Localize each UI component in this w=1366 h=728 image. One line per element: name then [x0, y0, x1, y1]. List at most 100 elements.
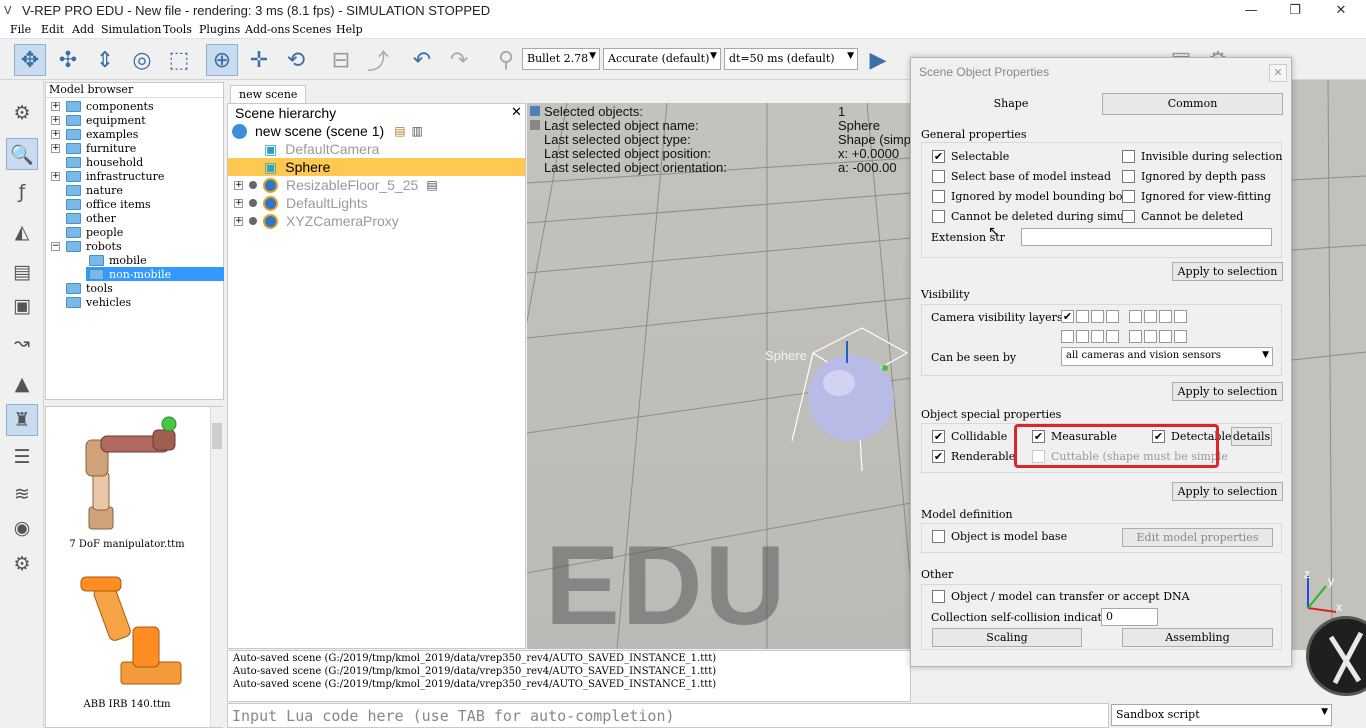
menu-plugins[interactable]: Plugins — [199, 23, 240, 36]
cannot-delete-sim-checkbox[interactable]: Cannot be deleted during simul. — [932, 210, 1131, 223]
bars-icon[interactable]: ▥ — [412, 124, 423, 138]
play-icon[interactable]: ▶ — [862, 44, 894, 76]
tree-item-tools[interactable]: tools — [66, 281, 113, 295]
assembling-button[interactable]: Assembling — [1122, 628, 1273, 647]
tab-new-scene[interactable]: new scene — [230, 85, 307, 103]
lua-command-input[interactable]: Input Lua code here (use TAB for auto-co… — [227, 703, 1109, 728]
object-shift-icon[interactable]: ✛ — [243, 44, 275, 76]
camera-pan-icon[interactable]: ✥ — [14, 44, 46, 76]
menu-addons[interactable]: Add-ons — [245, 23, 290, 36]
ignored-bbox-checkbox[interactable]: Ignored by model bounding box — [932, 190, 1129, 203]
function-icon[interactable]: ƒ — [6, 176, 38, 208]
layer-checkbox[interactable] — [1091, 330, 1104, 343]
layer-checkbox[interactable] — [1144, 330, 1157, 343]
tree-item-mobile[interactable]: mobile — [89, 253, 147, 267]
document-icon[interactable]: ▤ — [6, 256, 38, 288]
layer-checkbox[interactable] — [1129, 310, 1142, 323]
hierarchy-item-sphere[interactable]: ▣ Sphere — [264, 158, 330, 176]
expand-icon[interactable]: + — [51, 115, 60, 125]
tree-item-non-mobile[interactable]: non-mobile — [86, 267, 224, 281]
edit-model-properties-button[interactable]: Edit model properties — [1122, 528, 1273, 547]
camera-angle-icon[interactable]: ◎ — [126, 44, 158, 76]
layers-icon[interactable]: ≋ — [6, 478, 38, 510]
expand-icon[interactable]: + — [51, 143, 60, 153]
tree-item-people[interactable]: people — [66, 225, 123, 239]
checkbox-box[interactable] — [1122, 170, 1135, 183]
tree-item-furniture[interactable]: + furniture — [51, 141, 136, 155]
expand-icon[interactable]: + — [51, 171, 60, 181]
tree-item-other[interactable]: other — [66, 211, 116, 225]
hierarchy-item-defaultlights[interactable]: + DefaultLights — [234, 194, 368, 212]
checkbox-box[interactable] — [1122, 190, 1135, 203]
tree-item-household[interactable]: household — [66, 155, 143, 169]
film-icon[interactable]: ◉ — [6, 512, 38, 544]
apply-visibility-button[interactable]: Apply to selection — [1172, 382, 1283, 401]
collapse-icon[interactable]: − — [51, 241, 60, 251]
selectable-checkbox[interactable]: ✔ Selectable — [932, 150, 1009, 163]
expand-icon[interactable]: + — [51, 101, 60, 111]
click-selection-icon[interactable]: ⊕ — [206, 44, 238, 76]
accuracy-select[interactable]: Accurate (default) ▼ — [603, 48, 721, 70]
apply-special-button[interactable]: Apply to selection — [1172, 482, 1283, 501]
layer-checkbox[interactable] — [1144, 310, 1157, 323]
thumbnail-scrollbar[interactable] — [210, 407, 223, 727]
undo-icon[interactable]: ↶ — [406, 44, 438, 76]
scaling-button[interactable]: Scaling — [932, 628, 1082, 647]
settings-icon[interactable]: ⚙ — [6, 97, 38, 129]
dna-checkbox[interactable]: Object / model can transfer or accept DN… — [932, 590, 1190, 603]
expand-icon[interactable]: + — [234, 198, 243, 208]
assemble-icon[interactable]: ⊟ — [325, 44, 357, 76]
info-toggle-icon[interactable] — [530, 120, 540, 130]
physics-engine-select[interactable]: Bullet 2.78 ▼ — [522, 48, 600, 70]
tree-item-examples[interactable]: + examples — [51, 127, 138, 141]
renderable-checkbox[interactable]: ✔ Renderable — [932, 450, 1015, 463]
dynamics-toggle-icon[interactable]: ⚲ — [490, 44, 522, 76]
model-browser-icon[interactable]: ♜ — [6, 404, 38, 436]
invisible-selection-checkbox[interactable]: Invisible during selection — [1122, 150, 1282, 163]
expand-icon[interactable]: + — [234, 216, 243, 226]
expand-icon[interactable]: + — [51, 129, 60, 139]
info-toggle-icon[interactable] — [530, 106, 540, 116]
cannot-delete-checkbox[interactable]: Cannot be deleted — [1122, 210, 1243, 223]
object-rotate-icon[interactable]: ⟲ — [280, 44, 312, 76]
tree-item-equipment[interactable]: + equipment — [51, 113, 146, 127]
hierarchy-item-xyzcameraproxy[interactable]: + XYZCameraProxy — [234, 212, 399, 230]
layer-checkbox[interactable] — [1106, 310, 1119, 323]
checkbox-box[interactable] — [932, 530, 945, 543]
menu-tools[interactable]: Tools — [163, 23, 192, 36]
scene-root[interactable]: new scene (scene 1) ▤ ▥ — [232, 122, 423, 140]
tab-shape[interactable]: Shape — [921, 93, 1101, 115]
path-icon[interactable]: ↝ — [6, 327, 38, 359]
layer-checkbox[interactable] — [1159, 330, 1172, 343]
camera-rotate-icon[interactable]: ✣ — [52, 44, 84, 76]
checkbox-box[interactable] — [932, 210, 945, 223]
hierarchy-item-resizablefloor[interactable]: + ResizableFloor_5_25 ▤ — [234, 176, 438, 194]
cube-icon[interactable]: ▣ — [6, 290, 38, 322]
checkbox-box[interactable] — [932, 170, 945, 183]
timestep-select[interactable]: dt=50 ms (default) ▼ — [724, 48, 858, 70]
checkbox-box[interactable] — [1122, 150, 1135, 163]
collidable-checkbox[interactable]: ✔ Collidable — [932, 430, 1007, 443]
layer-checkbox[interactable] — [1174, 330, 1187, 343]
restore-button[interactable]: ❐ — [1272, 0, 1318, 22]
checkbox-box[interactable] — [1122, 210, 1135, 223]
expand-icon[interactable]: + — [234, 180, 243, 190]
checkbox-box[interactable]: ✔ — [932, 150, 945, 163]
seen-by-select[interactable]: all cameras and vision sensors ▼ — [1061, 347, 1273, 366]
ignored-view-fitting-checkbox[interactable]: Ignored for view-fitting — [1122, 190, 1271, 203]
ignored-depth-checkbox[interactable]: Ignored by depth pass — [1122, 170, 1266, 183]
redo-icon[interactable]: ↷ — [443, 44, 475, 76]
thumbnail-abb-irb-140[interactable] — [61, 567, 201, 692]
script-type-select[interactable]: Sandbox script ▼ — [1111, 704, 1332, 726]
scene-viewport[interactable]: Selected objects: Last selected object n… — [527, 103, 911, 649]
menu-edit[interactable]: Edit — [41, 23, 64, 36]
tree-item-robots[interactable]: − robots — [51, 239, 122, 253]
sphere-object[interactable] — [767, 323, 911, 473]
tree-item-components[interactable]: + components — [51, 99, 154, 113]
tree-item-nature[interactable]: nature — [66, 183, 123, 197]
transfer-dna-icon[interactable]: ⤴ — [362, 44, 394, 76]
layer-checkbox[interactable] — [1159, 310, 1172, 323]
camera-shift-icon[interactable]: ⇕ — [89, 44, 121, 76]
checkbox-box[interactable] — [932, 190, 945, 203]
menu-scenes[interactable]: Scenes — [292, 23, 331, 36]
